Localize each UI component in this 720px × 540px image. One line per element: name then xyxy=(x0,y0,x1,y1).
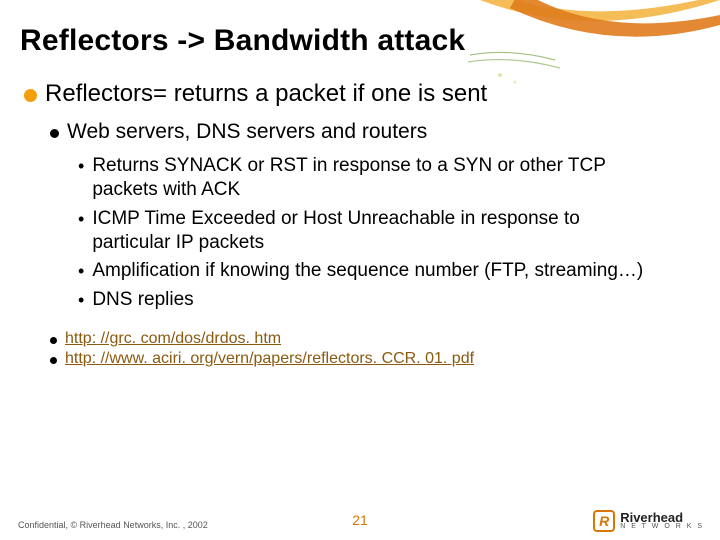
level1-text: Reflectors= returns a packet if one is s… xyxy=(45,80,487,108)
dot-icon xyxy=(50,357,57,364)
bullet-level3: • Returns SYNACK or RST in response to a… xyxy=(20,154,692,203)
reference-link-row: http: //grc. com/dos/drdos. htm xyxy=(20,330,692,348)
level3-text: DNS replies xyxy=(92,288,193,312)
bullet-level1: Reflectors= returns a packet if one is s… xyxy=(20,80,692,108)
riverhead-logo: R Riverhead N E T W O R K S xyxy=(593,510,704,532)
logo-name: Riverhead xyxy=(620,512,704,524)
level3-text: Returns SYNACK or RST in response to a S… xyxy=(92,154,662,203)
bullet-icon: • xyxy=(78,207,84,231)
reference-link[interactable]: http: //grc. com/dos/drdos. htm xyxy=(65,330,281,348)
disc-icon xyxy=(24,89,37,102)
slide-content: Reflectors -> Bandwidth attack Reflector… xyxy=(0,0,720,540)
bullet-level3: • ICMP Time Exceeded or Host Unreachable… xyxy=(20,207,692,256)
dot-icon xyxy=(50,129,59,138)
bullet-level2: Web servers, DNS servers and routers xyxy=(20,120,692,144)
dot-icon xyxy=(50,337,57,344)
reference-link-row: http: //www. aciri. org/vern/papers/refl… xyxy=(20,350,692,368)
level3-text: Amplification if knowing the sequence nu… xyxy=(92,259,643,283)
page-number: 21 xyxy=(352,512,368,528)
links-block: http: //grc. com/dos/drdos. htm http: //… xyxy=(20,330,692,368)
bullet-level3: • Amplification if knowing the sequence … xyxy=(20,259,692,283)
bullet-icon: • xyxy=(78,288,84,312)
level2-text: Web servers, DNS servers and routers xyxy=(67,120,427,144)
confidential-footer: Confidential, © Riverhead Networks, Inc.… xyxy=(18,520,208,530)
logo-mark-icon: R xyxy=(593,510,615,532)
bullet-icon: • xyxy=(78,259,84,283)
slide-title: Reflectors -> Bandwidth attack xyxy=(20,24,692,58)
level3-text: ICMP Time Exceeded or Host Unreachable i… xyxy=(92,207,662,256)
bullet-icon: • xyxy=(78,154,84,178)
logo-subtitle: N E T W O R K S xyxy=(620,524,704,530)
logo-text: Riverhead N E T W O R K S xyxy=(620,512,704,530)
bullet-level3: • DNS replies xyxy=(20,288,692,312)
reference-link[interactable]: http: //www. aciri. org/vern/papers/refl… xyxy=(65,350,474,368)
